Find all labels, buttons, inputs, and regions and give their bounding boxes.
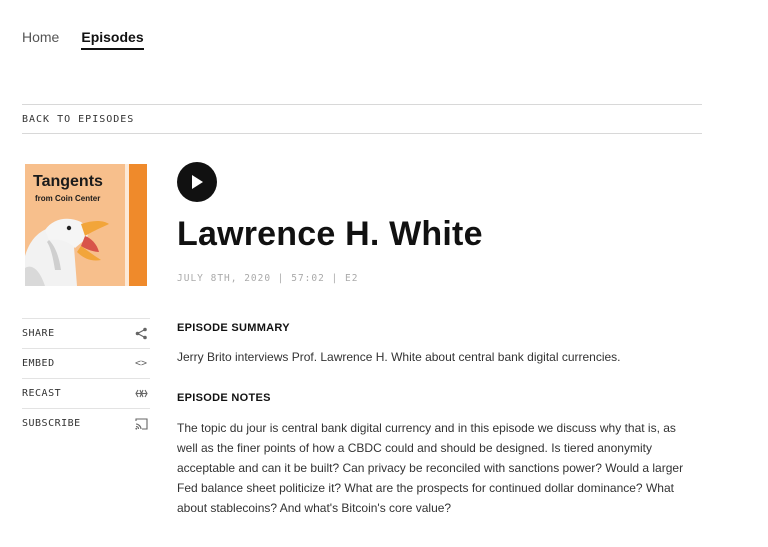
recast-label: RECAST: [22, 388, 62, 399]
share-label: SHARE: [22, 328, 55, 339]
subscribe-label: SUBSCRIBE: [22, 418, 81, 429]
episode-meta: JULY 8TH, 2020 | 57:02 | E2: [177, 273, 359, 284]
cover-title: Tangents: [33, 173, 103, 190]
summary-heading: EPISODE SUMMARY: [177, 322, 290, 334]
cover-subtitle: from Coin Center: [35, 194, 101, 203]
notes-heading: EPISODE NOTES: [177, 392, 271, 404]
top-nav: Home Episodes: [22, 29, 144, 50]
share-action[interactable]: SHARE: [22, 318, 150, 348]
episode-actions: SHARE EMBED <> RECAST SUBSCRIBE: [22, 318, 150, 438]
embed-icon: <>: [134, 358, 148, 369]
cover-stripe: [129, 164, 147, 286]
notes-text: The topic du jour is central bank digita…: [177, 421, 684, 515]
cast-icon: [134, 417, 148, 431]
nav-home-link[interactable]: Home: [22, 29, 59, 50]
recast-icon: [134, 387, 148, 401]
play-icon: [192, 175, 203, 189]
share-icon: [134, 327, 148, 341]
episode-title: Lawrence H. White: [177, 215, 483, 253]
recast-action[interactable]: RECAST: [22, 378, 150, 408]
subscribe-action[interactable]: SUBSCRIBE: [22, 408, 150, 438]
podcast-cover-art: Tangents from Coin Center: [25, 164, 147, 286]
seagull-illustration: [25, 218, 109, 286]
back-to-episodes-link[interactable]: BACK TO EPISODES: [22, 114, 134, 125]
play-button[interactable]: [177, 162, 217, 202]
nav-episodes-link[interactable]: Episodes: [81, 29, 144, 50]
embed-action[interactable]: EMBED <>: [22, 348, 150, 378]
back-bar: BACK TO EPISODES: [22, 104, 702, 134]
embed-label: EMBED: [22, 358, 55, 369]
summary-text: Jerry Brito interviews Prof. Lawrence H.…: [177, 350, 621, 364]
